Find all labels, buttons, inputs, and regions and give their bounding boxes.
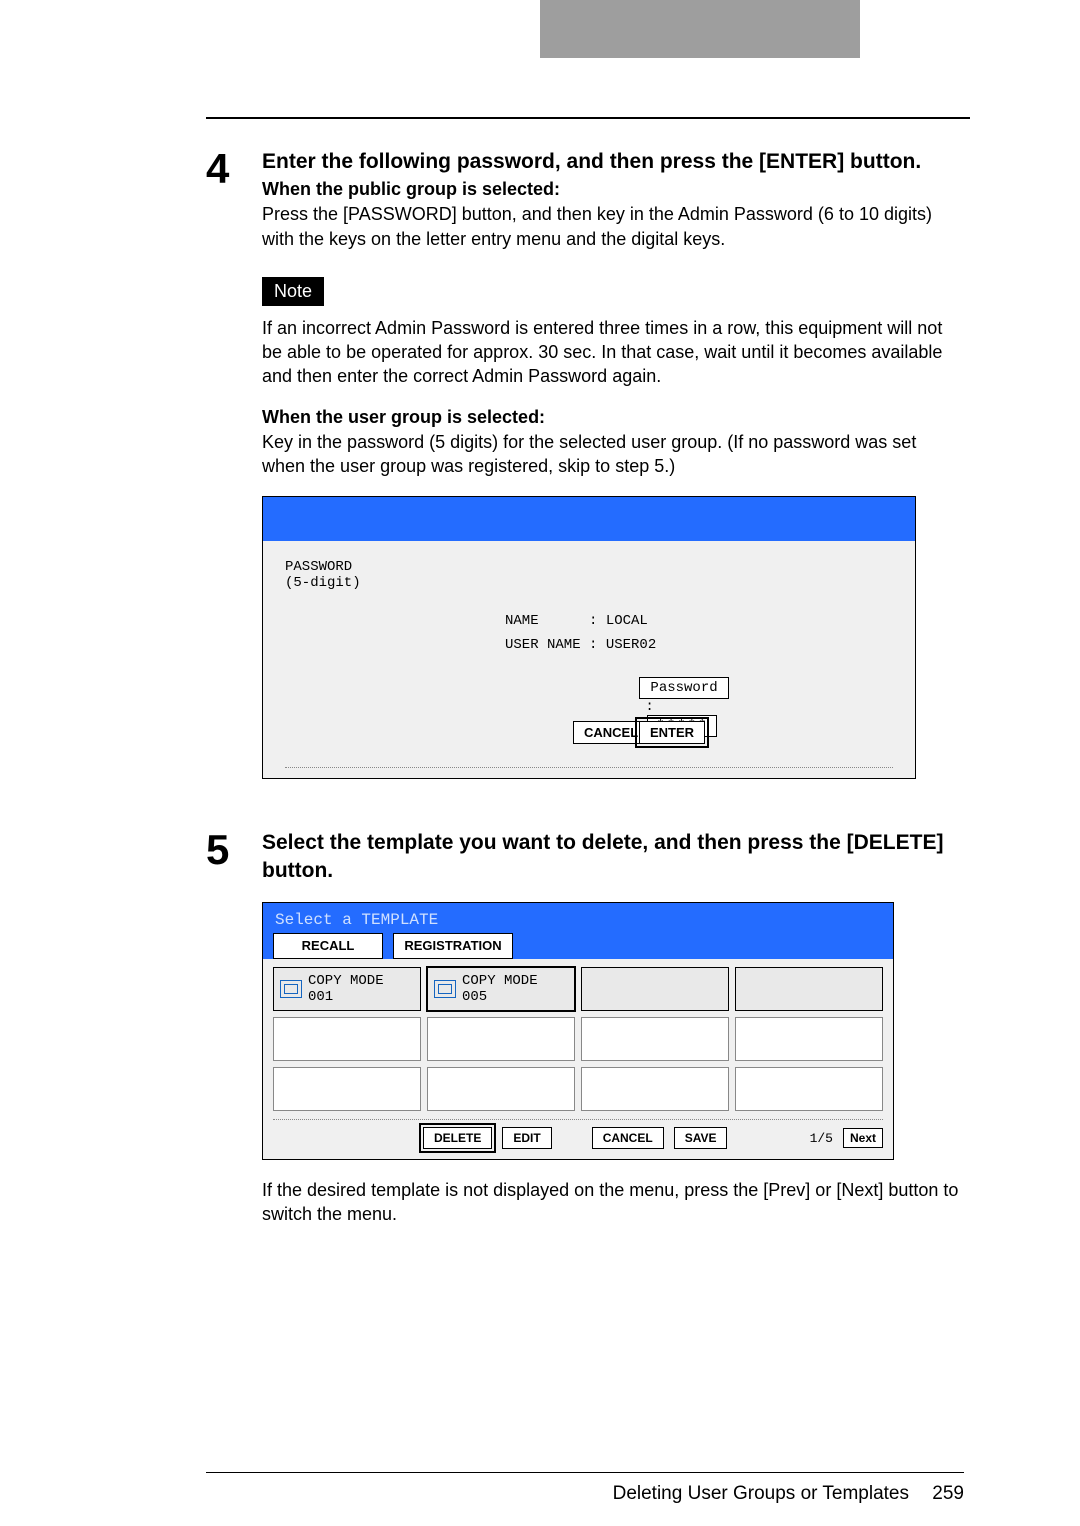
template-screen-header-text: Select a TEMPLATE — [275, 911, 438, 929]
template-item-001[interactable]: COPY MODE001 — [273, 967, 421, 1011]
template-icon — [434, 980, 456, 998]
user-value: USER02 — [606, 637, 656, 653]
template-slot-empty[interactable] — [735, 967, 883, 1011]
password-label-line2: (5-digit) — [285, 575, 893, 591]
page-indicator: 1/5 — [810, 1131, 833, 1146]
cancel-button[interactable]: CANCEL — [592, 1127, 664, 1149]
name-label: NAME : — [505, 613, 606, 629]
tab-recall[interactable]: RECALL — [273, 933, 383, 959]
template-slot-empty[interactable] — [273, 1017, 421, 1061]
cancel-button[interactable]: CANCEL — [573, 721, 649, 744]
step-5: 5 Select the template you want to delete… — [206, 829, 964, 1244]
delete-button[interactable]: DELETE — [423, 1127, 492, 1149]
password-label-line1: PASSWORD — [285, 559, 893, 575]
tab-registration[interactable]: REGISTRATION — [393, 933, 513, 959]
footer-rule — [206, 1472, 964, 1473]
note-badge: Note — [262, 277, 324, 306]
password-screen-titlebar — [263, 497, 915, 541]
step-4-title: Enter the following password, and then p… — [262, 148, 964, 175]
footer-pagenum: 259 — [932, 1483, 964, 1504]
step-4-para-user: Key in the password (5 digits) for the s… — [262, 430, 964, 479]
template-slot-empty[interactable] — [427, 1067, 575, 1111]
step-4-number: 4 — [206, 148, 262, 809]
template-item-005[interactable]: COPY MODE005 — [427, 967, 575, 1011]
header-gray-block — [540, 0, 860, 58]
template-icon — [280, 980, 302, 998]
template-005-label: COPY MODE — [462, 973, 538, 989]
template-slot-empty[interactable] — [581, 967, 729, 1011]
template-001-label: COPY MODE — [308, 973, 384, 989]
step-4-sub-user: When the user group is selected: — [262, 407, 964, 428]
step-4-note-para: If an incorrect Admin Password is entere… — [262, 316, 964, 389]
template-001-id: 001 — [308, 989, 333, 1005]
template-005-id: 005 — [462, 989, 487, 1005]
step-5-number: 5 — [206, 829, 262, 1244]
password-button[interactable]: Password — [639, 677, 728, 699]
edit-button[interactable]: EDIT — [502, 1127, 551, 1149]
password-screen: PASSWORD (5-digit) NAME : LOCAL USER NAM… — [262, 496, 916, 779]
save-button[interactable]: SAVE — [674, 1127, 728, 1149]
template-slot-empty[interactable] — [735, 1067, 883, 1111]
password-colon: : — [639, 699, 659, 715]
user-label: USER NAME : — [505, 637, 606, 653]
step-4-sub-public: When the public group is selected: — [262, 179, 964, 200]
step-5-title: Select the template you want to delete, … — [262, 829, 964, 884]
template-slot-empty[interactable] — [273, 1067, 421, 1111]
user-row: USER NAME : USER02 — [505, 637, 893, 653]
page-footer: Deleting User Groups or Templates 259 — [206, 1472, 964, 1505]
step-5-para-after: If the desired template is not displayed… — [262, 1178, 964, 1227]
name-row: NAME : LOCAL — [505, 613, 893, 629]
name-value: LOCAL — [606, 613, 648, 629]
step-4-para-public: Press the [PASSWORD] button, and then ke… — [262, 202, 964, 251]
template-slot-empty[interactable] — [735, 1017, 883, 1061]
template-slot-empty[interactable] — [427, 1017, 575, 1061]
enter-button[interactable]: ENTER — [639, 721, 705, 744]
template-slot-empty[interactable] — [581, 1067, 729, 1111]
template-slot-empty[interactable] — [581, 1017, 729, 1061]
next-button[interactable]: Next — [843, 1128, 883, 1148]
template-screen: Select a TEMPLATE RECALL REGISTRATION CO… — [262, 902, 894, 1160]
top-rule — [206, 117, 970, 119]
footer-title: Deleting User Groups or Templates — [613, 1483, 909, 1504]
step-4: 4 Enter the following password, and then… — [206, 148, 964, 809]
